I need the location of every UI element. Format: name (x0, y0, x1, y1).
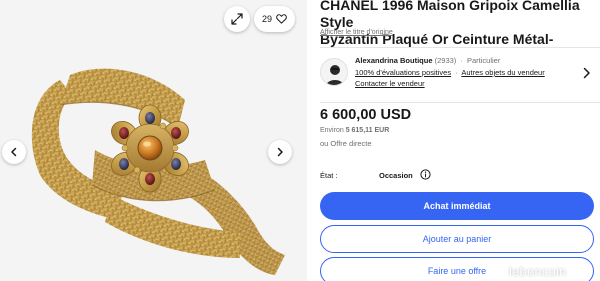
approx-prefix: Environ (320, 127, 344, 134)
seller-name-row: Alexandrina Boutique (2933) · Particulie… (355, 56, 500, 65)
watch-button[interactable]: 29 (254, 6, 295, 32)
listing-details: CHANEL 1996 Maison Gripoix Camellia Styl… (320, 0, 600, 281)
best-offer-text: ou Offre directe (320, 139, 372, 148)
previous-image-button[interactable] (2, 140, 26, 164)
approx-price: Environ 5 615,11 EUR (320, 127, 389, 134)
separator-dot: · (460, 56, 463, 65)
seller-name[interactable]: Alexandrina Boutique (355, 56, 433, 65)
expand-button[interactable] (224, 6, 250, 32)
chevron-left-icon (11, 147, 17, 157)
watermark-logo: leboncoin (509, 264, 567, 279)
positive-feedback-link[interactable]: 100% d'évaluations positives (355, 68, 451, 77)
seller-feedback-count: (2933) (434, 56, 457, 65)
chevron-right-icon[interactable] (582, 67, 591, 79)
condition-label: État : (320, 171, 338, 180)
expand-icon (231, 13, 243, 25)
buy-now-button[interactable]: Achat immédiat (320, 192, 594, 220)
divider (320, 47, 600, 48)
listing-title-line1: CHANEL 1996 Maison Gripoix Camellia Styl… (320, 0, 580, 30)
next-image-button[interactable] (268, 140, 292, 164)
info-icon[interactable] (420, 169, 431, 180)
listing-title: CHANEL 1996 Maison Gripoix Camellia Styl… (320, 0, 600, 48)
other-items-link[interactable]: Autres objets du vendeur (461, 68, 544, 77)
add-to-cart-button[interactable]: Ajouter au panier (320, 225, 594, 253)
separator-dot: · (455, 68, 458, 77)
heart-icon (276, 14, 287, 24)
chevron-right-icon (277, 147, 283, 157)
seller-avatar[interactable] (320, 58, 348, 86)
image-gallery: 29 (0, 0, 307, 281)
seller-avatar-image (321, 59, 347, 85)
watch-count: 29 (261, 14, 272, 24)
show-original-title-link[interactable]: Afficher le titre d'origine (320, 29, 393, 36)
price: 6 600,00 USD (320, 107, 412, 123)
product-image[interactable] (0, 0, 307, 281)
contact-seller-link[interactable]: Contacter le vendeur (355, 79, 425, 88)
seller-type: Particulier (466, 56, 501, 65)
seller-card[interactable]: Alexandrina Boutique (2933) · Particulie… (320, 55, 600, 95)
seller-contact-row: Contacter le vendeur (355, 79, 425, 88)
approx-value: 5 615,11 EUR (345, 127, 390, 134)
condition-value: Occasion (379, 171, 413, 180)
seller-links-row: 100% d'évaluations positives · Autres ob… (355, 68, 545, 77)
divider (320, 102, 600, 103)
